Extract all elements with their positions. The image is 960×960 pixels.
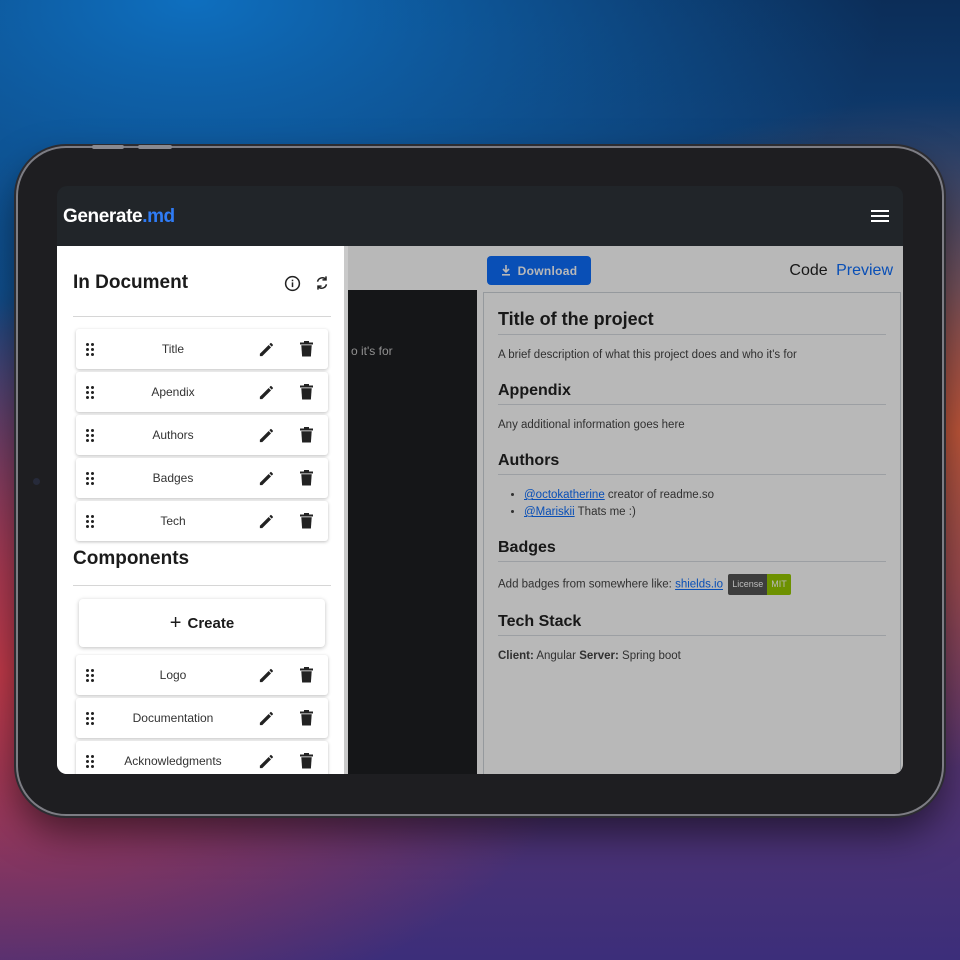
section-item[interactable]: Tech	[76, 501, 328, 541]
plus-icon: +	[169, 611, 182, 634]
edit-icon[interactable]	[256, 425, 276, 445]
section-item-label: Apendix	[151, 385, 195, 399]
app-screen: Generate.md Download Code Preview o it's…	[57, 186, 903, 774]
section-item-label: Badges	[152, 471, 194, 485]
components-header: Components	[73, 548, 331, 570]
logo-main: Generate	[63, 206, 143, 227]
delete-icon[interactable]	[296, 708, 316, 728]
in-document-header: In Document	[73, 272, 331, 294]
section-item[interactable]: Badges	[76, 458, 328, 498]
tablet-button	[138, 145, 172, 149]
in-document-title: In Document	[73, 272, 189, 293]
app-logo[interactable]: Generate.md	[63, 206, 175, 228]
logo-accent: .md	[142, 206, 175, 227]
tablet-button	[92, 145, 124, 149]
section-item[interactable]: Title	[76, 329, 328, 369]
delete-icon[interactable]	[296, 665, 316, 685]
delete-icon[interactable]	[296, 382, 316, 402]
hamburger-menu-icon[interactable]	[871, 210, 889, 222]
create-label: Create	[187, 614, 235, 632]
delete-icon[interactable]	[296, 339, 316, 359]
info-icon[interactable]	[283, 274, 301, 292]
edit-icon[interactable]	[256, 665, 276, 685]
edit-icon[interactable]	[256, 468, 276, 488]
section-item[interactable]: Authors	[76, 415, 328, 455]
section-item[interactable]: Apendix	[76, 372, 328, 412]
section-item-label: Acknowledgments	[124, 754, 222, 768]
edit-icon[interactable]	[256, 751, 276, 771]
delete-icon[interactable]	[296, 511, 316, 531]
edit-icon[interactable]	[256, 511, 276, 531]
section-item-label: Authors	[152, 428, 194, 442]
delete-icon[interactable]	[296, 751, 316, 771]
sections-sidebar: In Document Title Apendix Authors Badges Tec…	[57, 246, 348, 774]
section-item-label: Title	[161, 342, 185, 356]
reset-icon[interactable]	[313, 274, 331, 292]
divider	[73, 585, 331, 586]
app-bar: Generate.md	[57, 186, 903, 246]
section-item-label: Logo	[159, 668, 187, 682]
section-item-label: Documentation	[132, 711, 214, 725]
edit-icon[interactable]	[256, 382, 276, 402]
section-item[interactable]: Documentation	[76, 698, 328, 738]
section-item-label: Tech	[160, 514, 186, 528]
section-item[interactable]: Logo	[76, 655, 328, 695]
divider	[73, 316, 331, 317]
camera-dot	[33, 478, 40, 485]
components-title: Components	[73, 548, 190, 569]
edit-icon[interactable]	[256, 339, 276, 359]
workspace: Download Code Preview o it's for Title o…	[57, 246, 903, 774]
delete-icon[interactable]	[296, 468, 316, 488]
edit-icon[interactable]	[256, 708, 276, 728]
section-item[interactable]: Acknowledgments	[76, 741, 328, 774]
create-component-button[interactable]: + Create	[79, 599, 325, 647]
delete-icon[interactable]	[296, 425, 316, 445]
